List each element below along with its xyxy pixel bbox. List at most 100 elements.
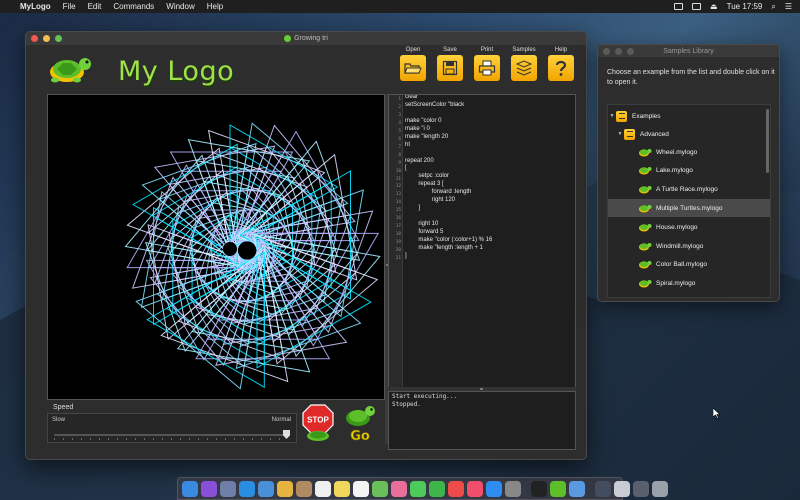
code-editor[interactable]: 1 2 3 4 5 6 7 8 9 10 11 12 13 14 15 16 17 18 19 20 21 clear s… — [388, 94, 576, 388]
tree-item-examples[interactable]: ▼ Examples — [608, 107, 770, 125]
music-icon[interactable] — [467, 480, 483, 497]
menu-edit[interactable]: Edit — [88, 2, 102, 11]
spotlight-icon[interactable]: ⌕ — [771, 2, 775, 12]
menu-file[interactable]: File — [63, 2, 76, 11]
code-line[interactable]: ] — [405, 253, 492, 261]
go-button[interactable]: Go — [342, 404, 378, 444]
stop-button[interactable]: STOP — [302, 404, 334, 442]
code-line[interactable]: make "color 0 — [405, 118, 492, 126]
code-line[interactable] — [405, 150, 492, 158]
code-text[interactable]: clear setScreenColor "black make "color 0m… — [405, 95, 492, 261]
code-line[interactable]: right 120 — [405, 197, 492, 205]
sample-file-label: Color Ball.mylogo — [656, 261, 707, 269]
minimize-library-button[interactable] — [615, 48, 622, 55]
minimize-window-button[interactable] — [43, 35, 50, 42]
question-mark-icon[interactable] — [548, 55, 574, 81]
documents-folder-icon[interactable] — [614, 480, 630, 497]
maps-icon[interactable] — [372, 480, 388, 497]
code-line[interactable]: clear — [405, 95, 492, 102]
messages-icon[interactable] — [410, 480, 426, 497]
help-tool[interactable]: Help — [548, 47, 574, 81]
photos-icon[interactable] — [277, 480, 293, 497]
close-window-button[interactable] — [31, 35, 38, 42]
save-tool[interactable]: Save — [437, 47, 463, 81]
code-line[interactable]: make "length :length + 1 — [405, 245, 492, 253]
screenshot-folder-icon[interactable] — [633, 480, 649, 497]
tree-label: Advanced — [640, 130, 669, 138]
folder-open-icon[interactable] — [400, 55, 426, 81]
code-line[interactable] — [405, 110, 492, 118]
code-line[interactable]: ht — [405, 142, 492, 150]
preview-icon[interactable] — [569, 480, 585, 497]
code-line[interactable]: make "i 0 — [405, 126, 492, 134]
menu-clock[interactable]: Tue 17:59 — [727, 2, 763, 11]
calendar-icon[interactable] — [315, 480, 331, 497]
code-line[interactable] — [405, 213, 492, 221]
menu-app-name[interactable]: MyLogo — [20, 2, 51, 11]
system-preferences-icon[interactable] — [505, 480, 521, 497]
samples-tool[interactable]: Samples — [511, 47, 537, 81]
terminal-icon[interactable] — [531, 480, 547, 497]
trash-icon[interactable] — [652, 480, 668, 497]
drawing-canvas[interactable] — [47, 94, 385, 400]
samples-stack-icon[interactable] — [511, 55, 537, 81]
menu-help[interactable]: Help — [207, 2, 223, 11]
control-center-icon[interactable]: ☰ — [785, 2, 792, 11]
open-tool[interactable]: Open — [400, 47, 426, 81]
mail-icon[interactable] — [258, 480, 274, 497]
photos-app-icon[interactable] — [391, 480, 407, 497]
facetime-icon[interactable] — [429, 480, 445, 497]
code-line[interactable]: ] — [405, 205, 492, 213]
code-line[interactable]: make "color (:color+1) % 16 — [405, 237, 492, 245]
reminders-icon[interactable] — [353, 480, 369, 497]
zoom-window-button[interactable] — [55, 35, 62, 42]
printer-icon[interactable] — [474, 55, 500, 81]
appstore-icon[interactable] — [486, 480, 502, 497]
news-icon[interactable] — [448, 480, 464, 497]
siri-icon[interactable] — [201, 480, 217, 497]
battery-icon[interactable] — [674, 3, 684, 10]
disclosure-open-icon[interactable]: ▼ — [608, 113, 616, 119]
floppy-disk-icon[interactable] — [437, 55, 463, 81]
print-tool[interactable]: Print — [474, 47, 500, 81]
menu-window[interactable]: Window — [166, 2, 194, 11]
sample-file-item[interactable]: Windmill.mylogo — [608, 237, 770, 255]
sample-file-item[interactable]: Multiple Turtles.mylogo — [608, 199, 770, 218]
airplay-icon[interactable] — [692, 3, 702, 10]
sample-file-item[interactable]: Lake.mylogo — [608, 162, 770, 180]
triangle-path — [236, 168, 337, 273]
close-library-button[interactable] — [603, 48, 610, 55]
sample-file-item[interactable]: Wheel.mylogo — [608, 143, 770, 161]
menu-commands[interactable]: Commands — [113, 2, 154, 11]
contacts-icon[interactable] — [296, 480, 312, 497]
mylogo-app-icon[interactable] — [550, 480, 566, 497]
safari-icon[interactable] — [239, 480, 255, 497]
speed-slider[interactable] — [54, 434, 288, 436]
sample-file-item[interactable]: Spiral.mylogo — [608, 275, 770, 293]
main-toolbar: Open Save Print Samples Help — [400, 47, 574, 81]
code-line[interactable]: setScreenColor "black — [405, 102, 492, 110]
code-line[interactable]: setpc :color — [405, 173, 492, 181]
finder-icon[interactable] — [182, 480, 198, 497]
samples-tree[interactable]: ▼ Examples ▼ Advanced Wheel.mylogo Lake.m… — [607, 104, 771, 298]
disclosure-open-icon[interactable]: ▼ — [616, 131, 624, 137]
code-line[interactable]: forward :length — [405, 189, 492, 197]
code-line[interactable]: repeat 3 [ — [405, 181, 492, 189]
eject-icon[interactable]: ⏏ — [710, 2, 718, 11]
sample-file-label: Spiral.mylogo — [656, 280, 696, 288]
console-line: Start executing... — [392, 393, 458, 400]
tree-item-advanced[interactable]: ▼ Advanced — [616, 125, 770, 143]
sample-file-item[interactable]: A Turtle Race.mylogo — [608, 181, 770, 199]
code-line[interactable]: make "length 20 — [405, 134, 492, 142]
downloads-folder-icon[interactable] — [595, 480, 611, 497]
sample-file-label: Lake.mylogo — [656, 167, 693, 175]
launchpad-icon[interactable] — [220, 480, 236, 497]
code-line[interactable]: [ — [405, 165, 492, 173]
code-line[interactable]: repeat 200 — [405, 158, 492, 166]
zoom-library-button[interactable] — [627, 48, 634, 55]
code-line[interactable]: right 10 — [405, 221, 492, 229]
sample-file-item[interactable]: House.mylogo — [608, 218, 770, 236]
notes-icon[interactable] — [334, 480, 350, 497]
code-line[interactable]: forward 5 — [405, 229, 492, 237]
sample-file-item[interactable]: Color Ball.mylogo — [608, 256, 770, 274]
